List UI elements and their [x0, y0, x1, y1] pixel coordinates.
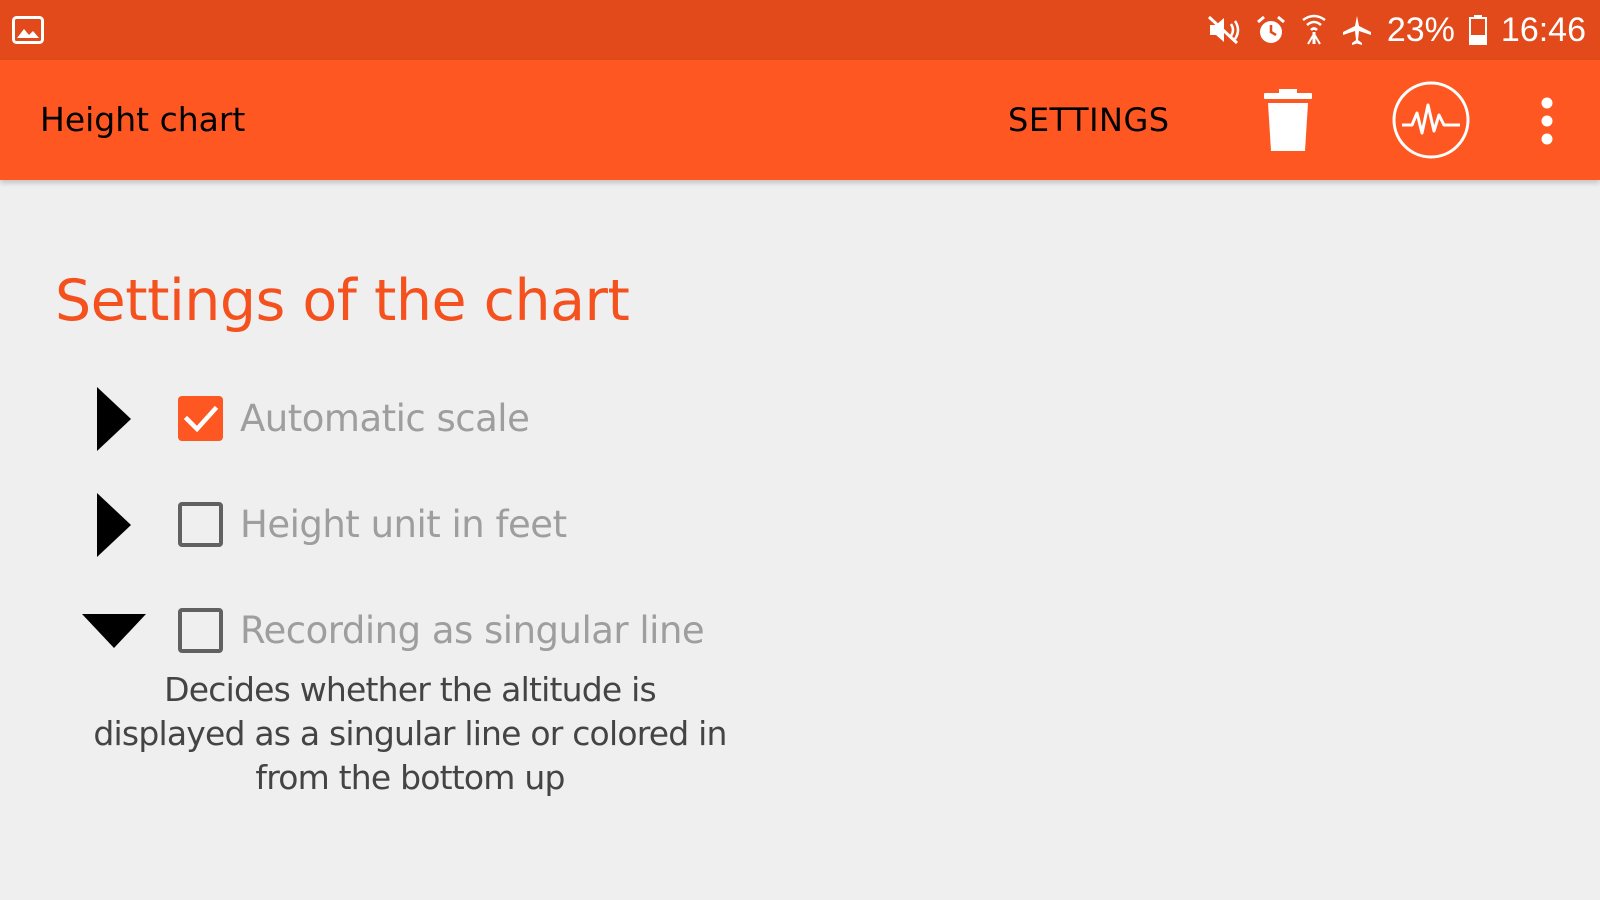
mute-icon	[1207, 15, 1241, 45]
more-vert-icon[interactable]	[1535, 96, 1559, 146]
app-title: Height chart	[40, 100, 246, 139]
wifi-icon	[1301, 14, 1327, 46]
setting-row-height-unit: Height unit in feet	[0, 485, 900, 565]
airplane-icon	[1341, 14, 1373, 46]
expand-right-icon[interactable]	[97, 387, 131, 455]
section-title: Settings of the chart	[55, 268, 630, 334]
automatic-scale-checkbox[interactable]	[178, 396, 223, 441]
trash-icon[interactable]	[1262, 89, 1314, 153]
expand-right-icon[interactable]	[97, 493, 131, 561]
expand-down-icon[interactable]	[82, 614, 146, 652]
setting-label: Automatic scale	[240, 397, 530, 440]
setting-description: Decides whether the altitude is displaye…	[93, 670, 727, 797]
pulse-icon[interactable]	[1390, 79, 1472, 161]
setting-label: Recording as singular line	[240, 609, 705, 652]
battery-text: 23%	[1386, 10, 1455, 49]
setting-label: Height unit in feet	[240, 503, 567, 546]
setting-row-automatic-scale: Automatic scale	[0, 379, 900, 459]
setting-row-singular-line: Recording as singular line	[0, 591, 900, 671]
alarm-icon	[1255, 14, 1287, 46]
status-bar: 23% 16:46	[0, 0, 1600, 60]
height-unit-checkbox[interactable]	[178, 502, 223, 547]
singular-line-checkbox[interactable]	[178, 608, 223, 653]
status-icons: 23% 16:46	[1207, 0, 1586, 60]
settings-button[interactable]: SETTINGS	[1008, 60, 1170, 180]
clock-text: 16:46	[1500, 10, 1586, 49]
battery-icon	[1468, 15, 1487, 45]
image-icon	[12, 16, 44, 44]
